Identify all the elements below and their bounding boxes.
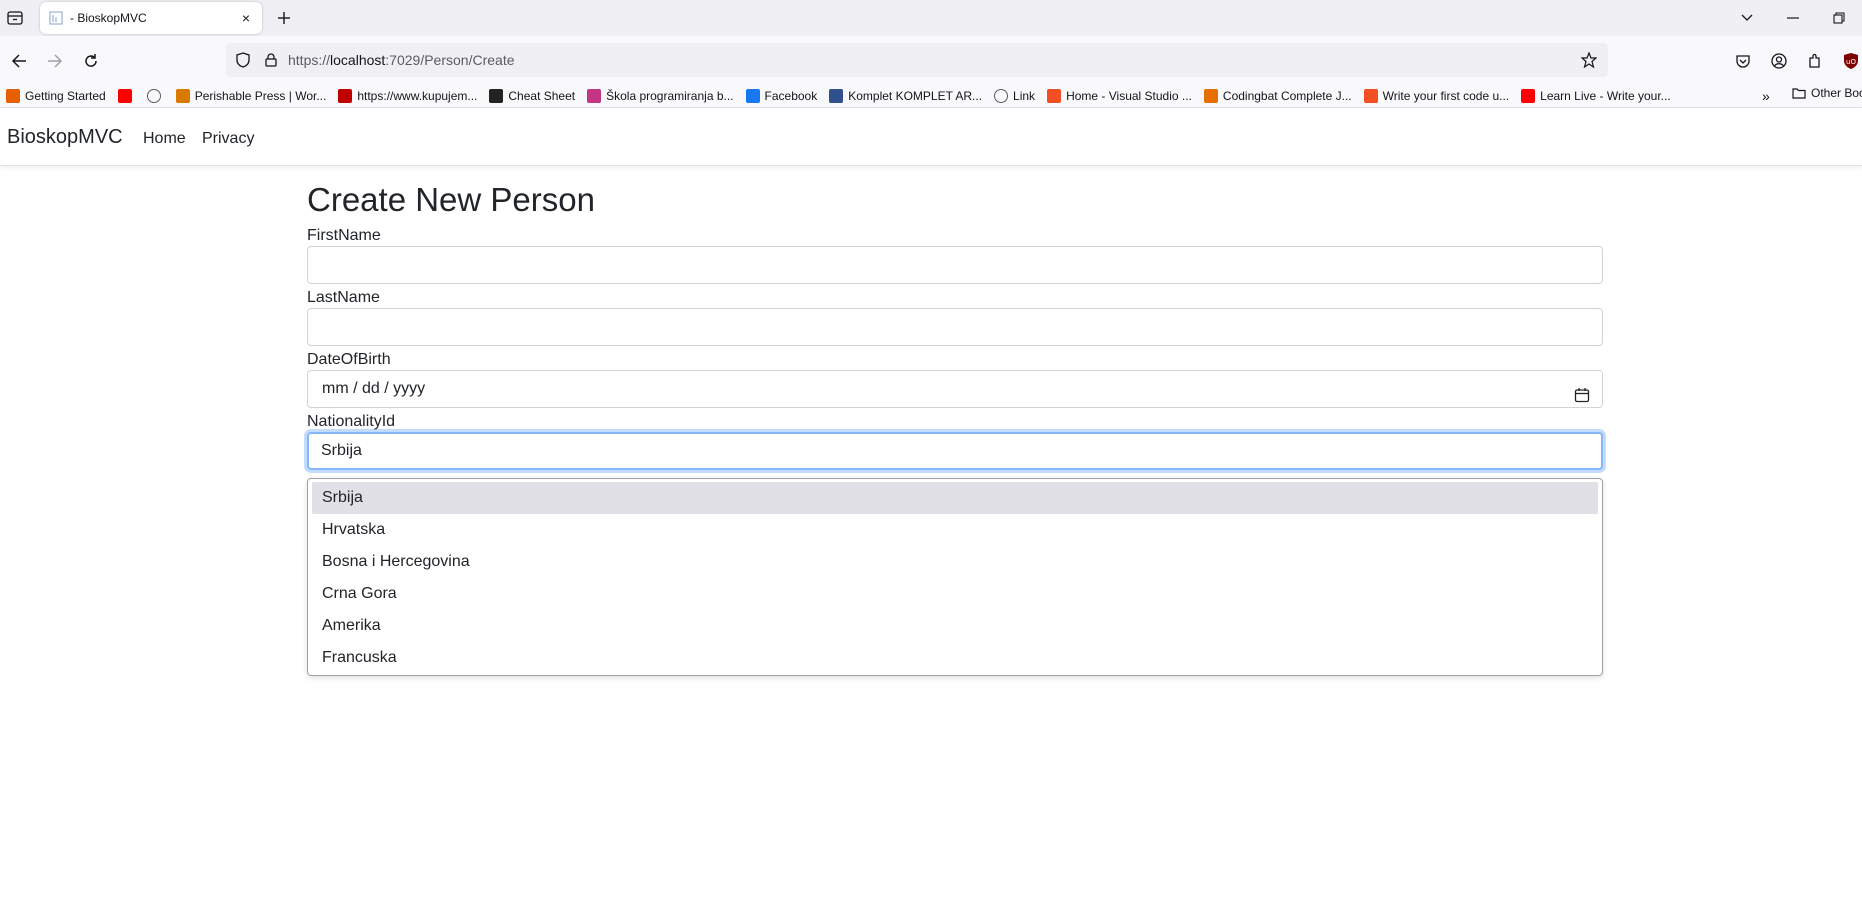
first-name-label: FirstName bbox=[307, 226, 381, 244]
reload-icon[interactable] bbox=[80, 50, 102, 72]
last-name-label: LastName bbox=[307, 288, 380, 306]
create-person-form: Create New Person FirstName LastName Dat… bbox=[307, 180, 1603, 474]
other-bookmarks[interactable]: Other Boo bbox=[1792, 86, 1862, 100]
folder-icon bbox=[1792, 88, 1806, 99]
calendar-icon[interactable] bbox=[1574, 381, 1590, 402]
microsoft-icon bbox=[1363, 88, 1378, 103]
globe-icon bbox=[994, 88, 1009, 103]
dropdown-option[interactable]: Hrvatska bbox=[312, 514, 1598, 546]
nav-link-home[interactable]: Home bbox=[143, 130, 186, 148]
youtube-icon bbox=[117, 88, 132, 103]
bookmark-item[interactable]: Home - Visual Studio ... bbox=[1047, 88, 1192, 103]
tab-close-icon[interactable]: × bbox=[238, 10, 254, 26]
bookmark-star-icon[interactable] bbox=[1578, 49, 1600, 71]
dropdown-option[interactable]: Bosna i Hercegovina bbox=[312, 546, 1598, 578]
dropdown-option[interactable]: Crna Gora bbox=[312, 578, 1598, 610]
leaf-icon bbox=[489, 88, 504, 103]
app-brand-link[interactable]: BioskopMVC bbox=[7, 126, 123, 149]
nationality-select[interactable]: Srbija bbox=[307, 431, 1603, 470]
app-navbar: BioskopMVC Home Privacy bbox=[0, 109, 1862, 166]
bookmark-item[interactable]: Škola programiranja b... bbox=[587, 88, 734, 103]
bookmark-item[interactable] bbox=[117, 88, 137, 103]
account-icon[interactable] bbox=[1768, 50, 1790, 72]
tracking-protection-icon[interactable] bbox=[232, 49, 254, 71]
kp-icon bbox=[338, 88, 353, 103]
youtube-icon bbox=[1521, 88, 1536, 103]
forward-icon[interactable] bbox=[44, 50, 66, 72]
address-bar[interactable]: https://localhost:7029/Person/Create bbox=[226, 43, 1608, 77]
bookmark-item[interactable]: Write your first code u... bbox=[1363, 88, 1510, 103]
window-controls bbox=[1724, 0, 1862, 36]
last-name-input[interactable] bbox=[307, 307, 1603, 346]
nationality-label: NationalityId bbox=[307, 412, 396, 430]
bookmark-label: Facebook bbox=[764, 88, 818, 103]
list-all-tabs-icon[interactable] bbox=[1724, 0, 1770, 36]
browser-tab[interactable]: - BioskopMVC × bbox=[40, 2, 262, 34]
bookmark-item[interactable]: Perishable Press | Wor... bbox=[175, 88, 327, 103]
bookmark-label: Komplet KOMPLET AR... bbox=[848, 88, 983, 103]
microsoft-icon bbox=[1047, 88, 1062, 103]
bookmark-item[interactable]: https://www.kupujem... bbox=[338, 88, 478, 103]
lock-icon[interactable] bbox=[260, 49, 282, 71]
globe-icon bbox=[146, 88, 161, 103]
bookmark-item[interactable]: Komplet KOMPLET AR... bbox=[829, 88, 983, 103]
bookmark-label: Cheat Sheet bbox=[508, 88, 576, 103]
first-name-input[interactable] bbox=[307, 245, 1603, 284]
sun-icon bbox=[175, 88, 190, 103]
bookmark-item[interactable]: Getting Started bbox=[6, 88, 106, 103]
pocket-icon[interactable] bbox=[1732, 50, 1754, 72]
back-icon[interactable] bbox=[8, 50, 30, 72]
bookmark-label: Write your first code u... bbox=[1382, 88, 1510, 103]
bookmark-label: Link bbox=[1013, 88, 1036, 103]
url-path: :7029/Person/Create bbox=[385, 52, 515, 68]
ublock-origin-icon[interactable]: uO bbox=[1840, 50, 1862, 72]
bookmarks-overflow-icon[interactable]: » bbox=[1762, 88, 1770, 104]
page-title: Create New Person bbox=[307, 181, 595, 218]
tab-list-icon[interactable] bbox=[4, 8, 26, 28]
bookmark-label: https://www.kupujem... bbox=[357, 88, 478, 103]
page-favicon-icon bbox=[48, 10, 64, 26]
firefox-icon bbox=[6, 88, 20, 103]
bookmark-label: Home - Visual Studio ... bbox=[1066, 88, 1192, 103]
url-scheme: https:// bbox=[288, 52, 331, 68]
bookmark-label: Learn Live - Write your... bbox=[1540, 88, 1671, 103]
bookmark-label: Škola programiranja b... bbox=[606, 88, 734, 103]
bookmark-item[interactable]: Learn Live - Write your... bbox=[1521, 88, 1671, 103]
bookmark-item[interactable]: Cheat Sheet bbox=[489, 88, 576, 103]
dropdown-option[interactable]: Francuska bbox=[312, 642, 1598, 674]
k-icon bbox=[829, 88, 844, 103]
facebook-icon bbox=[745, 88, 760, 103]
bookmark-item[interactable]: Codingbat Complete J... bbox=[1203, 88, 1352, 103]
svg-text:uO: uO bbox=[1846, 58, 1856, 66]
bookmark-item[interactable]: Link bbox=[994, 88, 1036, 103]
restore-icon[interactable] bbox=[1816, 0, 1862, 36]
tab-title: - BioskopMVC bbox=[70, 11, 147, 25]
bookmark-label: Codingbat Complete J... bbox=[1222, 88, 1352, 103]
extensions-icon[interactable] bbox=[1804, 50, 1826, 72]
java-icon bbox=[1203, 88, 1218, 103]
browser-tab-bar: - BioskopMVC × bbox=[0, 0, 1862, 36]
date-of-birth-label: DateOfBirth bbox=[307, 350, 391, 368]
nationality-dropdown-list: Srbija Hrvatska Bosna i Hercegovina Crna… bbox=[307, 478, 1603, 676]
date-placeholder: mm / dd / yyyy bbox=[322, 379, 426, 397]
bookmark-item[interactable]: Facebook bbox=[745, 88, 818, 103]
nav-link-privacy[interactable]: Privacy bbox=[202, 130, 254, 148]
minimize-icon[interactable] bbox=[1770, 0, 1816, 36]
instagram-icon bbox=[587, 88, 602, 103]
other-bookmarks-label: Other Boo bbox=[1811, 86, 1862, 100]
bookmarks-toolbar: Getting Started Perishable Press | Wor...… bbox=[0, 84, 1862, 108]
toolbar-right-icons: uO bbox=[1732, 50, 1862, 72]
dropdown-option[interactable]: Amerika bbox=[312, 610, 1598, 642]
browser-toolbar: https://localhost:7029/Person/Create uO bbox=[0, 36, 1862, 86]
date-of-birth-input[interactable]: mm / dd / yyyy bbox=[307, 369, 1603, 408]
dropdown-option[interactable]: Srbija bbox=[312, 482, 1598, 514]
bookmark-item[interactable] bbox=[146, 88, 166, 103]
url-host: localhost bbox=[330, 52, 386, 68]
url-text: https://localhost:7029/Person/Create bbox=[288, 52, 1578, 68]
bookmark-label: Getting Started bbox=[25, 88, 106, 103]
bookmark-label: Perishable Press | Wor... bbox=[194, 88, 327, 103]
new-tab-icon[interactable] bbox=[274, 8, 294, 28]
